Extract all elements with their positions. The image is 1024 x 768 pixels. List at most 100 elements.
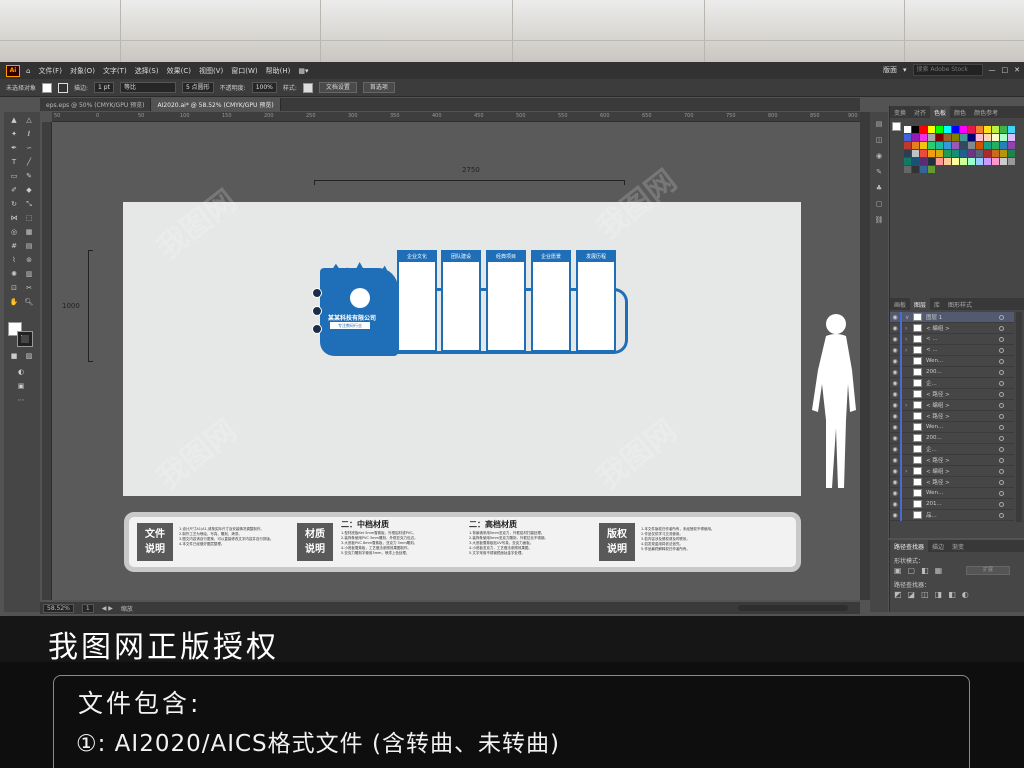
artboard-tool-icon[interactable]: ⊡ [9, 284, 19, 292]
blend-tool-icon[interactable]: ⊚ [24, 256, 34, 264]
layer-row[interactable]: ◉ Wen... [890, 421, 1014, 433]
vertical-scrollbar[interactable] [860, 112, 870, 600]
color-swatch[interactable] [936, 134, 943, 141]
color-swatch[interactable] [920, 166, 927, 173]
target-circle-icon[interactable] [999, 414, 1004, 419]
color-swatch[interactable] [976, 134, 983, 141]
home-icon[interactable]: ⌂ [26, 67, 30, 75]
visibility-eye-icon[interactable]: ◉ [890, 468, 900, 475]
layer-row[interactable]: ◉ › < ... [890, 344, 1014, 356]
tab-libraries[interactable]: 库 [930, 298, 944, 310]
fill-swatch[interactable] [42, 82, 53, 93]
layer-row[interactable]: ◉ Wen... [890, 355, 1014, 367]
layers-scrollbar[interactable] [1016, 312, 1022, 522]
graphic-styles-icon[interactable]: ▢ [874, 200, 884, 208]
tab-graphic-styles[interactable]: 图形样式 [944, 298, 976, 310]
layer-row[interactable]: ◉ 201... [890, 498, 1014, 510]
expand-arrow-icon[interactable]: › [905, 402, 913, 409]
color-swatch[interactable] [944, 158, 951, 165]
stroke-swatch[interactable] [58, 82, 69, 93]
color-swatch[interactable] [984, 126, 991, 133]
pen-tool-icon[interactable]: ✒ [9, 144, 19, 152]
color-swatch[interactable] [984, 158, 991, 165]
color-swatch[interactable] [1008, 158, 1015, 165]
color-swatch[interactable] [976, 142, 983, 149]
symbols-panel-icon[interactable]: ♣ [874, 184, 884, 192]
color-swatch[interactable] [960, 134, 967, 141]
color-swatch[interactable] [952, 134, 959, 141]
color-swatch[interactable] [912, 126, 919, 133]
color-swatch[interactable] [984, 142, 991, 149]
color-swatch[interactable] [904, 166, 911, 173]
selection-tool-icon[interactable]: ▲ [9, 116, 19, 124]
variable-width-profile[interactable]: 等比 [119, 82, 176, 93]
stroke-color-box[interactable] [17, 331, 33, 347]
free-transform-icon[interactable]: ⬚ [24, 214, 34, 222]
color-swatch[interactable] [912, 166, 919, 173]
culture-board-5[interactable]: 发展历程 [576, 250, 616, 352]
tab-transform[interactable]: 变换 [890, 106, 910, 118]
target-circle-icon[interactable] [999, 436, 1004, 441]
expand-arrow-icon[interactable]: › [905, 468, 913, 475]
color-swatch[interactable] [936, 142, 943, 149]
pathfinder-buttons[interactable]: ◩◪◫◨◧◐ [894, 590, 975, 599]
swatch-grid[interactable] [904, 126, 1015, 173]
appearance-panel-icon[interactable]: ◉ [874, 152, 884, 160]
tab-artboards[interactable]: 画板 [890, 298, 910, 310]
menu-text[interactable]: 文字(T) [103, 66, 127, 76]
culture-board-1[interactable]: 企业文化 [397, 250, 437, 352]
color-swatch[interactable] [936, 126, 943, 133]
color-swatch[interactable] [952, 158, 959, 165]
target-circle-icon[interactable] [999, 359, 1004, 364]
minimize-icon[interactable]: — [989, 66, 996, 74]
color-swatch[interactable] [960, 126, 967, 133]
color-swatch[interactable] [968, 142, 975, 149]
visibility-eye-icon[interactable]: ◉ [890, 347, 900, 354]
layer-row[interactable]: ◉ < 路径 > [890, 410, 1014, 422]
arrange-icon[interactable]: ▦▾ [298, 67, 308, 75]
visibility-eye-icon[interactable]: ◉ [890, 380, 900, 387]
target-circle-icon[interactable] [999, 513, 1004, 518]
color-swatch[interactable] [992, 150, 999, 157]
brush-definition[interactable]: 5 点圆形 [181, 82, 214, 93]
color-swatch[interactable] [968, 150, 975, 157]
line-tool-icon[interactable]: ╱ [24, 158, 34, 166]
tab-color-guide[interactable]: 颜色参考 [970, 106, 1002, 118]
color-swatch[interactable] [952, 126, 959, 133]
color-swatch[interactable] [904, 142, 911, 149]
eyedropper-tool-icon[interactable]: ⌇ [9, 256, 19, 264]
color-swatch[interactable] [992, 142, 999, 149]
tab-gradient[interactable]: 渐变 [948, 540, 968, 552]
color-swatch[interactable] [1000, 158, 1007, 165]
menu-help[interactable]: 帮助(H) [266, 66, 291, 76]
maximize-icon[interactable]: □ [1002, 66, 1009, 74]
slice-tool-icon[interactable]: ✂ [24, 284, 34, 292]
visibility-eye-icon[interactable]: ◉ [890, 336, 900, 343]
expand-button[interactable]: 扩展 [966, 566, 1010, 575]
color-swatch[interactable] [928, 150, 935, 157]
target-circle-icon[interactable] [999, 370, 1004, 375]
symbol-sprayer-icon[interactable]: ✺ [9, 270, 19, 278]
color-swatch[interactable] [944, 142, 951, 149]
tab-eps-document[interactable]: eps.eps @ 50% (CMYK/GPU 预览) [40, 98, 152, 111]
menu-window[interactable]: 窗口(W) [231, 66, 257, 76]
shape-mode-buttons[interactable]: ▣▢◧▦ [894, 566, 948, 575]
type-tool-icon[interactable]: T [9, 158, 19, 166]
target-circle-icon[interactable] [999, 348, 1004, 353]
menu-object[interactable]: 对象(O) [70, 66, 95, 76]
company-logo-panel[interactable] [320, 268, 398, 356]
color-swatch[interactable] [912, 158, 919, 165]
menu-file[interactable]: 文件(F) [38, 66, 62, 76]
more-tools-icon[interactable]: ⋯ [16, 396, 26, 404]
expand-arrow-icon[interactable]: › [905, 347, 913, 354]
gradient-mode-icon[interactable]: ▨ [24, 352, 34, 360]
shape-builder-icon[interactable]: ◎ [9, 228, 19, 236]
culture-board-3[interactable]: 经典项目 [486, 250, 526, 352]
color-swatch[interactable] [1008, 134, 1015, 141]
perspective-grid-icon[interactable]: ▦ [24, 228, 34, 236]
color-swatch[interactable] [960, 150, 967, 157]
mesh-tool-icon[interactable]: # [9, 242, 19, 250]
visibility-eye-icon[interactable]: ◉ [890, 413, 900, 420]
preferences-button[interactable]: 首选项 [362, 82, 395, 93]
tab-pathfinder[interactable]: 路径查找器 [890, 540, 929, 552]
